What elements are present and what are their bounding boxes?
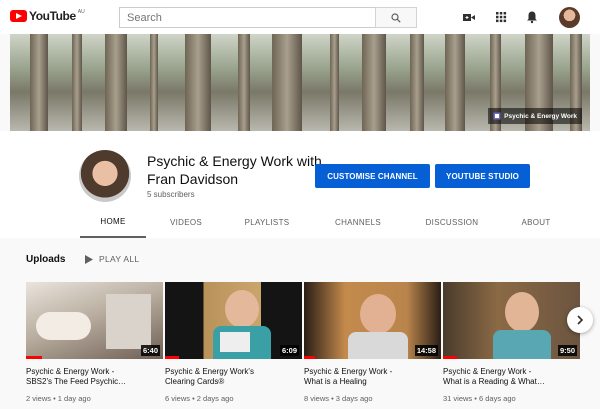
tab-home[interactable]: HOME [80,207,146,238]
video-title[interactable]: Psychic & Energy Work's Clearing Cards® [165,367,302,387]
watch-progress-bar [304,356,315,359]
youtube-play-icon [10,10,27,22]
youtube-studio-button[interactable]: YOUTUBE STUDIO [435,164,530,188]
video-title-line: What is a Healing [304,377,367,386]
channel-banner: Psychic & Energy Work [10,34,590,131]
create-video-icon[interactable] [462,10,476,24]
video-title[interactable]: Psychic & Energy Work - What is a Healin… [304,367,441,387]
play-all-button[interactable]: PLAY ALL [85,254,139,264]
video-duration: 6:09 [279,345,299,356]
tab-channels[interactable]: CHANNELS [322,207,394,238]
play-all-label: PLAY ALL [99,254,140,264]
video-thumbnail[interactable]: 6:09 [165,282,302,359]
account-avatar[interactable] [559,7,580,28]
tab-playlists[interactable]: PLAYLISTS [232,207,302,238]
tab-discussion[interactable]: DISCUSSION [415,207,489,238]
video-thumbnail[interactable]: 9:50 [443,282,580,359]
logo-text: YouTube [29,9,76,23]
chevron-right-icon [577,315,584,325]
video-card[interactable]: 6:09 Psychic & Energy Work's Clearing Ca… [165,282,302,403]
subscriber-count: 5 subscribers [147,190,195,199]
video-duration: 14:58 [414,345,438,356]
link-icon [493,112,501,120]
video-title-line: SBS2's The Feed Psychic… [26,377,127,386]
channel-title: Psychic & Energy Work with Fran Davidson [147,153,322,187]
video-title-line: Psychic & Energy Work - [26,367,115,376]
video-card[interactable]: 14:58 Psychic & Energy Work - What is a … [304,282,441,403]
video-title-line: Clearing Cards® [165,377,225,386]
notifications-bell-icon[interactable] [525,10,539,24]
uploads-heading[interactable]: Uploads [26,254,65,265]
customise-channel-button[interactable]: CUSTOMISE CHANNEL [315,164,430,188]
banner-channel-link[interactable]: Psychic & Energy Work [488,108,582,124]
video-title-line: Psychic & Energy Work - [304,367,393,376]
watch-progress-bar [26,356,43,359]
video-title-line: Psychic & Energy Work - [443,367,532,376]
video-meta: 6 views • 2 days ago [165,394,234,403]
region-code: AU [77,9,85,15]
play-icon [85,254,93,264]
tab-about[interactable]: ABOUT [508,207,564,238]
video-thumbnail[interactable]: 14:58 [304,282,441,359]
video-meta: 8 views • 3 days ago [304,394,373,403]
banner-link-label: Psychic & Energy Work [504,112,577,120]
youtube-logo[interactable]: YouTube AU [10,9,85,23]
tab-videos[interactable]: VIDEOS [155,207,217,238]
shelf-next-button[interactable] [567,307,593,333]
search-button[interactable] [375,7,417,28]
video-card[interactable]: 6:40 Psychic & Energy Work - SBS2's The … [26,282,163,403]
video-title-line: Psychic & Energy Work's [165,367,254,376]
channel-header: Psychic & Energy Work with Fran Davidson… [0,131,600,238]
channel-tabs: HOME VIDEOS PLAYLISTS CHANNELS DISCUSSIO… [0,207,600,238]
watch-progress-bar [443,356,457,359]
watch-progress-bar [165,356,179,359]
video-card[interactable]: 9:50 Psychic & Energy Work - What is a R… [443,282,580,403]
search-icon [391,12,401,23]
video-title[interactable]: Psychic & Energy Work - What is a Readin… [443,367,580,387]
video-duration: 6:40 [140,345,160,356]
video-title[interactable]: Psychic & Energy Work - SBS2's The Feed … [26,367,163,387]
video-thumbnail[interactable]: 6:40 [26,282,163,359]
video-duration: 9:50 [557,345,577,356]
video-meta: 2 views • 1 day ago [26,394,91,403]
channel-avatar[interactable] [79,150,131,202]
video-title-line: What is a Reading & What… [443,377,545,386]
search-box [119,7,417,28]
search-input[interactable] [119,7,375,28]
masthead: YouTube AU [0,0,600,34]
video-meta: 31 views • 6 days ago [443,394,516,403]
apps-grid-icon[interactable] [494,10,508,24]
